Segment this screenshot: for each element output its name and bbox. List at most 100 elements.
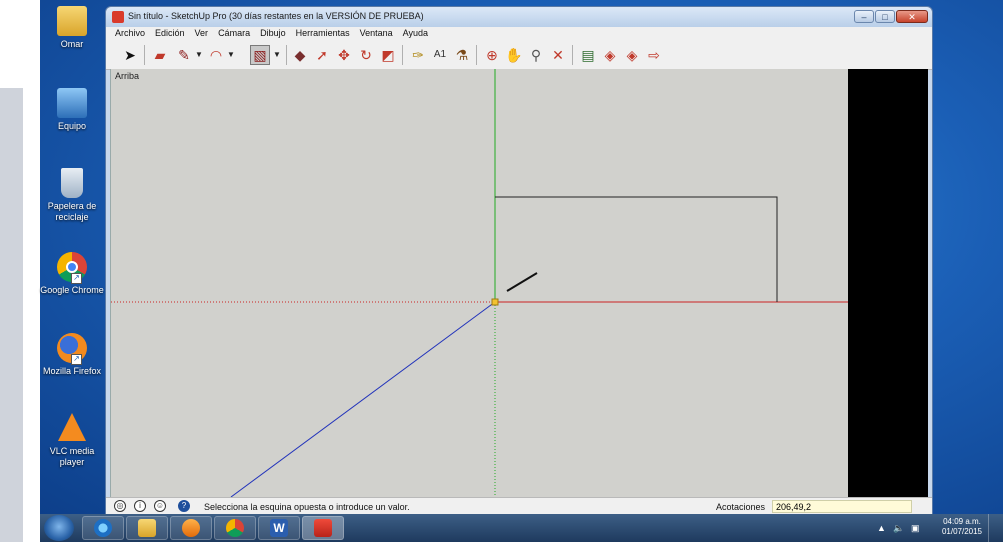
show-hidden-icons-icon[interactable]: ▲: [877, 523, 886, 533]
toolbar-separator: [572, 45, 573, 65]
chevron-down-icon[interactable]: ▼: [272, 45, 282, 65]
sketchup-icon: [314, 519, 332, 537]
maximize-icon: □: [882, 12, 888, 22]
chevron-down-icon[interactable]: ▼: [194, 45, 204, 65]
close-button[interactable]: ✕: [896, 10, 928, 23]
status-bar: ◎ i ☺ ? Selecciona la esquina opuesta o …: [106, 497, 932, 515]
taskbar: W ▲ 🔈 ▣ 04:09 a.m. 01/07/2015: [40, 514, 1003, 542]
menu-dibujo[interactable]: Dibujo: [255, 27, 291, 41]
menu-ayuda[interactable]: Ayuda: [398, 27, 433, 41]
user-icon[interactable]: ☺: [154, 500, 166, 512]
desktop-icon-equipo[interactable]: Equipo: [40, 88, 104, 132]
help-icon[interactable]: ?: [178, 500, 190, 512]
menu-archivo[interactable]: Archivo: [110, 27, 150, 41]
rotate-icon[interactable]: ↻: [356, 45, 376, 65]
toolbar: ➤ ▰ ✎ ▼ ◠ ▼ ▧ ▼ ◆ ➚ ✥ ↻ ◩ ✑ A1 ⚗ ⊕ ✋ ⚲ ✕…: [106, 41, 932, 70]
rectangle-icon[interactable]: ▧: [250, 45, 270, 65]
system-tray: ▲ 🔈 ▣ 04:09 a.m. 01/07/2015: [875, 514, 995, 542]
clock[interactable]: 04:09 a.m. 01/07/2015: [937, 517, 987, 537]
rectangle-outline: [495, 196, 778, 302]
extension-icon[interactable]: ⇨: [644, 45, 664, 65]
taskbar-word[interactable]: W: [258, 516, 300, 540]
toolbar-separator: [476, 45, 477, 65]
left-grey-panel: [0, 88, 23, 542]
follow-me-icon[interactable]: ➚: [312, 45, 332, 65]
minimize-icon: –: [861, 12, 867, 22]
right-black-panel: [848, 69, 928, 497]
menu-ver[interactable]: Ver: [190, 27, 214, 41]
chrome-icon: ↗: [57, 252, 87, 284]
desktop-icon-label: VLC media player: [49, 446, 95, 467]
eraser-icon[interactable]: ▰: [150, 45, 170, 65]
taskbar-file-explorer[interactable]: [126, 516, 168, 540]
move-icon[interactable]: ✥: [334, 45, 354, 65]
recycle-bin-icon: [61, 168, 83, 198]
pencil-cursor: [506, 272, 538, 292]
start-button[interactable]: [44, 515, 74, 541]
menu-ventana[interactable]: Ventana: [355, 27, 398, 41]
sketchup-window: Sin título - SketchUp Pro (30 días resta…: [105, 6, 933, 515]
firefox-icon: ↗: [57, 333, 87, 365]
computer-icon: [57, 88, 87, 118]
menu-camara[interactable]: Cámara: [213, 27, 255, 41]
volume-icon[interactable]: 🔈: [893, 523, 904, 534]
push-pull-icon[interactable]: ◆: [290, 45, 310, 65]
title-bar[interactable]: Sin título - SketchUp Pro (30 días resta…: [106, 7, 932, 27]
desktop-icon-chrome[interactable]: ↗ Google Chrome: [40, 252, 104, 296]
desktop-icon-label: Papelera de reciclaje: [47, 201, 97, 222]
toolbar-separator: [286, 45, 287, 65]
taskbar-internet-explorer[interactable]: [82, 516, 124, 540]
dimensions-input[interactable]: 206,49,2: [772, 500, 912, 513]
left-background-strip: [0, 0, 40, 542]
scale-icon[interactable]: ◩: [378, 45, 398, 65]
paint-bucket-icon[interactable]: ⚗: [452, 45, 472, 65]
desktop-icon-vlc[interactable]: VLC media player: [40, 413, 104, 468]
show-desktop-button[interactable]: [988, 514, 995, 542]
desktop-icon-label: Omar: [60, 39, 84, 49]
menu-edicion[interactable]: Edición: [150, 27, 190, 41]
toolbar-separator: [402, 45, 403, 65]
folder-icon: [57, 6, 87, 36]
taskbar-media-player[interactable]: [170, 516, 212, 540]
window-controls: – □ ✕: [854, 10, 928, 23]
shortcut-arrow-icon: ↗: [71, 273, 82, 284]
zoom-icon[interactable]: ⚲: [526, 45, 546, 65]
components-icon[interactable]: ▤: [578, 45, 598, 65]
select-icon[interactable]: ➤: [120, 45, 140, 65]
share-model-icon[interactable]: ◈: [622, 45, 642, 65]
origin-point: [491, 298, 499, 306]
pencil-icon[interactable]: ✎: [174, 45, 194, 65]
status-message: Selecciona la esquina opuesta o introduc…: [204, 502, 410, 512]
menu-herramientas[interactable]: Herramientas: [291, 27, 355, 41]
desktop-icon-firefox[interactable]: ↗ Mozilla Firefox: [40, 333, 104, 377]
word-icon: W: [270, 519, 288, 537]
taskbar-sketchup[interactable]: [302, 516, 344, 540]
internet-explorer-icon: [94, 519, 112, 537]
zoom-extents-icon[interactable]: ✕: [548, 45, 568, 65]
orbit-icon[interactable]: ⊕: [482, 45, 502, 65]
desktop-icon-papelera[interactable]: Papelera de reciclaje: [40, 168, 104, 223]
tape-measure-icon[interactable]: ✑: [408, 45, 428, 65]
warehouse-icon[interactable]: ◈: [600, 45, 620, 65]
chevron-down-icon[interactable]: ▼: [226, 45, 236, 65]
scene-canvas: [111, 69, 849, 497]
arc-icon[interactable]: ◠: [206, 45, 226, 65]
toolbar-separator: [144, 45, 145, 65]
file-explorer-icon: [138, 519, 156, 537]
geo-location-icon[interactable]: ◎: [114, 500, 126, 512]
drawing-viewport[interactable]: Arriba: [110, 69, 849, 497]
clock-date: 01/07/2015: [941, 527, 983, 536]
network-icon[interactable]: ▣: [911, 523, 920, 534]
close-icon: ✕: [908, 12, 916, 22]
desktop-icon-label: Mozilla Firefox: [42, 366, 101, 376]
desktop-icon-label: Equipo: [57, 121, 87, 131]
taskbar-chrome[interactable]: [214, 516, 256, 540]
maximize-button[interactable]: □: [875, 10, 895, 23]
vlc-icon: [58, 413, 86, 441]
pan-icon[interactable]: ✋: [504, 45, 524, 65]
text-icon[interactable]: A1: [430, 45, 450, 65]
credits-icon[interactable]: i: [134, 500, 146, 512]
minimize-button[interactable]: –: [854, 10, 874, 23]
media-player-icon: [182, 519, 200, 537]
desktop-icon-omar[interactable]: Omar: [40, 6, 104, 50]
